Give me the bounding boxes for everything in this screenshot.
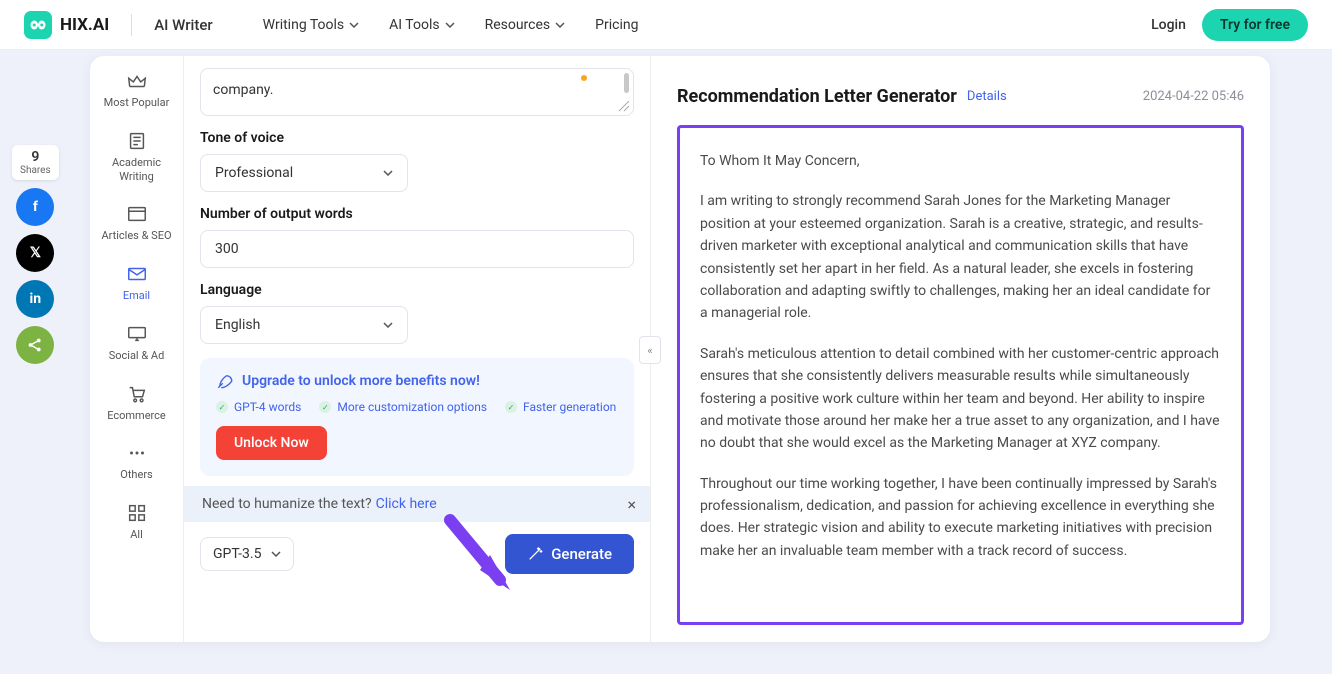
output-title: Recommendation Letter Generator — [677, 86, 957, 107]
main-card: Most Popular Academic Writing Articles &… — [90, 56, 1270, 642]
words-input[interactable]: 300 — [200, 230, 634, 268]
letter-paragraph: Sarah's meticulous attention to detail c… — [700, 343, 1221, 455]
check-icon: ✓ — [216, 401, 228, 413]
chevron-down-icon — [271, 551, 281, 557]
unlock-button[interactable]: Unlock Now — [216, 426, 327, 460]
scrollbar[interactable] — [624, 73, 629, 93]
cart-icon — [126, 383, 148, 405]
brand-subtitle: AI Writer — [154, 16, 212, 34]
sidebar-item-all[interactable]: All — [90, 492, 183, 552]
upgrade-card: Upgrade to unlock more benefits now! ✓GP… — [200, 358, 634, 476]
words-label: Number of output words — [200, 206, 634, 222]
humanize-text: Need to humanize the text? — [202, 496, 372, 512]
humanize-banner: Need to humanize the text? Click here × — [184, 486, 650, 522]
browser-icon — [126, 203, 148, 225]
share-sidebar: 9 Shares f 𝕏 in — [12, 145, 59, 364]
try-free-button[interactable]: Try for free — [1202, 9, 1308, 41]
login-link[interactable]: Login — [1151, 17, 1186, 33]
category-sidebar: Most Popular Academic Writing Articles &… — [90, 56, 184, 642]
generate-button[interactable]: Generate — [505, 534, 634, 574]
sidebar-item-articles[interactable]: Articles & SEO — [90, 193, 183, 253]
check-icon: ✓ — [319, 401, 331, 413]
upgrade-bullet: ✓GPT-4 words — [216, 400, 301, 414]
monitor-icon — [126, 323, 148, 345]
brand-logo[interactable]: HIX.AI AI Writer — [24, 11, 213, 39]
upgrade-bullet: ✓Faster generation — [505, 400, 616, 414]
generated-letter: To Whom It May Concern, I am writing to … — [677, 125, 1244, 625]
sidebar-item-others[interactable]: Others — [90, 432, 183, 492]
chevron-down-icon — [383, 322, 393, 328]
crown-icon — [126, 70, 148, 92]
resize-handle-icon[interactable] — [617, 99, 631, 113]
grid-icon — [126, 502, 148, 524]
more-share-button[interactable] — [16, 326, 54, 364]
letter-paragraph: Throughout our time working together, I … — [700, 473, 1221, 563]
nav-ai-tools[interactable]: AI Tools — [389, 17, 454, 33]
tone-label: Tone of voice — [200, 130, 634, 146]
humanize-link[interactable]: Click here — [376, 496, 437, 512]
top-navbar: HIX.AI AI Writer Writing Tools AI Tools … — [0, 0, 1332, 50]
linkedin-share-button[interactable]: in — [16, 280, 54, 318]
x-share-button[interactable]: 𝕏 — [16, 234, 54, 272]
chevron-down-icon — [349, 22, 359, 28]
linkedin-icon: in — [30, 291, 42, 307]
email-icon — [126, 263, 148, 285]
dots-icon — [126, 442, 148, 464]
sidebar-item-social[interactable]: Social & Ad — [90, 313, 183, 373]
logo-icon — [24, 11, 52, 39]
brand-name: HIX.AI — [60, 15, 109, 35]
status-dot — [581, 75, 587, 81]
nav-resources[interactable]: Resources — [485, 17, 566, 33]
letter-paragraph: I am writing to strongly recommend Sarah… — [700, 190, 1221, 324]
nav-writing-tools[interactable]: Writing Tools — [263, 17, 359, 33]
x-icon: 𝕏 — [30, 245, 41, 261]
chevron-down-icon — [445, 22, 455, 28]
sidebar-item-most-popular[interactable]: Most Popular — [90, 60, 183, 120]
details-link[interactable]: Details — [967, 89, 1007, 104]
collapse-toggle[interactable]: « — [639, 336, 661, 364]
upgrade-title: Upgrade to unlock more benefits now! — [242, 373, 480, 389]
upgrade-bullet: ✓More customization options — [319, 400, 487, 414]
sidebar-item-ecommerce[interactable]: Ecommerce — [90, 373, 183, 433]
model-select[interactable]: GPT-3.5 — [200, 537, 294, 571]
top-nav: Writing Tools AI Tools Resources Pricing — [263, 17, 639, 33]
document-icon — [126, 130, 148, 152]
share-count: 9 — [20, 149, 51, 165]
nav-pricing[interactable]: Pricing — [595, 17, 638, 33]
chevron-down-icon — [555, 22, 565, 28]
output-timestamp: 2024-04-22 05:46 — [1143, 89, 1244, 104]
form-pane: company. Tone of voice Professional Numb… — [184, 56, 650, 642]
sidebar-item-academic[interactable]: Academic Writing — [90, 120, 183, 194]
share-icon — [26, 336, 44, 354]
divider — [131, 14, 132, 36]
facebook-icon: f — [33, 199, 38, 215]
share-count-box: 9 Shares — [12, 145, 59, 180]
rocket-icon — [216, 372, 234, 390]
wand-icon — [527, 546, 543, 562]
sidebar-item-email[interactable]: Email — [90, 253, 183, 313]
context-textarea[interactable]: company. — [200, 68, 634, 116]
check-icon: ✓ — [505, 401, 517, 413]
facebook-share-button[interactable]: f — [16, 188, 54, 226]
tone-select[interactable]: Professional — [200, 154, 408, 192]
share-label: Shares — [20, 165, 51, 176]
chevron-down-icon — [383, 170, 393, 176]
language-label: Language — [200, 282, 634, 298]
close-icon[interactable]: × — [627, 495, 636, 514]
letter-paragraph: To Whom It May Concern, — [700, 150, 1221, 172]
output-pane: « Recommendation Letter Generator Detail… — [650, 56, 1270, 642]
language-select[interactable]: English — [200, 306, 408, 344]
